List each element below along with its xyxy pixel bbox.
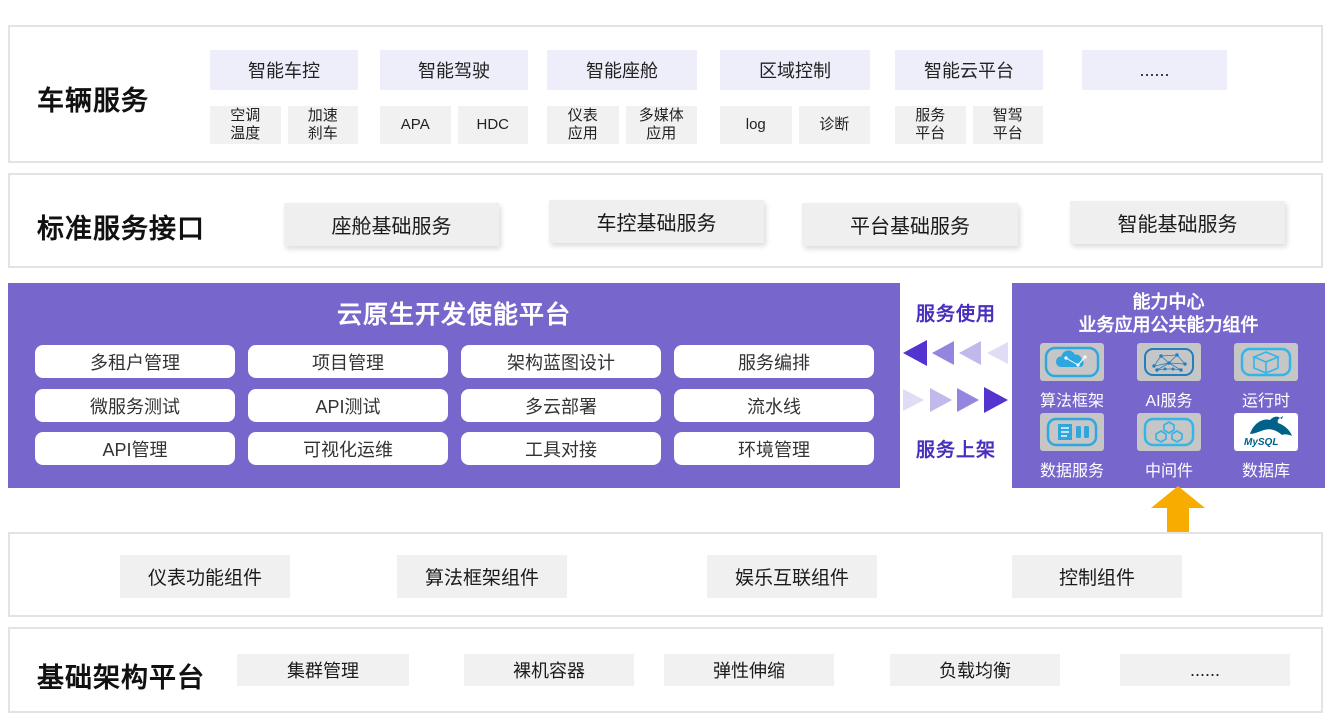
component-box: 娱乐互联组件 [707,555,877,598]
capability-item: 运行时 [1216,343,1316,411]
feature-box: 多云部署 [461,389,661,422]
service-use-arrows-icon [903,339,1009,367]
capability-item: 算法框架 [1022,343,1122,411]
group-main-box: ...... [1082,50,1227,90]
capability-label: 数据服务 [1040,457,1104,481]
platform-title: 云原生开发使能平台 [8,295,900,331]
architecture-diagram: 车辆服务 智能车控 空调温度 加速刹车 智能驾驶 APA HDC [0,0,1331,723]
interface-box: 车控基础服务 [549,200,764,243]
infrastructure-section: 基础架构平台 集群管理 裸机容器 弹性伸缩 负载均衡 ...... [8,627,1323,713]
vehicle-group-driving: 智能驾驶 APA HDC [380,50,528,144]
feature-box: 服务编排 [674,345,874,378]
service-publish-label: 服务上架 [900,435,1012,462]
feature-box: 项目管理 [248,345,448,378]
infrastructure-title: 基础架构平台 [37,656,205,695]
vehicle-services-title: 车辆服务 [37,79,149,118]
group-main-box: 智能云平台 [895,50,1043,90]
capability-label: 运行时 [1242,387,1290,411]
capability-item: MySQL 数据库 [1216,413,1316,481]
component-box: 控制组件 [1012,555,1182,598]
up-arrow-icon [1151,486,1205,532]
service-use-label: 服务使用 [900,299,1012,326]
svg-text:MySQL: MySQL [1244,437,1278,448]
cloud-algorithm-icon [1040,343,1104,381]
group-sub-box: 加速刹车 [288,106,359,144]
group-sub-box: 仪表应用 [547,106,619,144]
feature-box: API管理 [35,432,235,465]
middleware-hexagon-icon [1137,413,1201,451]
group-main-box: 智能车控 [210,50,358,90]
standard-interface-section: 标准服务接口 座舱基础服务 车控基础服务 平台基础服务 智能基础服务 [8,173,1323,268]
service-publish-arrows-icon [903,386,1009,414]
feature-box: API测试 [248,389,448,422]
feature-box: 流水线 [674,389,874,422]
capability-item: 中间件 [1119,413,1219,481]
interface-box: 座舱基础服务 [284,203,499,246]
group-main-box: 智能座舱 [547,50,697,90]
runtime-cube-icon [1234,343,1298,381]
interface-box: 智能基础服务 [1070,201,1285,244]
vehicle-group-cloud-platform: 智能云平台 服务平台 智驾平台 [895,50,1043,144]
infrastructure-box: ...... [1120,654,1290,686]
capability-label: 中间件 [1145,457,1193,481]
group-sub-box: 多媒体应用 [626,106,698,144]
components-section: 仪表功能组件 算法框架组件 娱乐互联组件 控制组件 [8,532,1323,617]
group-sub-box: 智驾平台 [973,106,1044,144]
vehicle-group-cockpit: 智能座舱 仪表应用 多媒体应用 [547,50,697,144]
feature-box: 可视化运维 [248,432,448,465]
capability-label: 算法框架 [1040,387,1104,411]
standard-interface-title: 标准服务接口 [37,207,205,246]
feature-box: 环境管理 [674,432,874,465]
vehicle-group-zone-control: 区域控制 log 诊断 [720,50,870,144]
infrastructure-box: 集群管理 [237,654,409,686]
interface-box: 平台基础服务 [802,203,1018,246]
feature-box: 微服务测试 [35,389,235,422]
feature-box: 工具对接 [461,432,661,465]
group-sub-box: APA [380,106,451,144]
component-box: 仪表功能组件 [120,555,290,598]
group-sub-box: 服务平台 [895,106,966,144]
capability-label: AI服务 [1145,387,1192,411]
infrastructure-box: 弹性伸缩 [664,654,834,686]
capability-item: 数据服务 [1022,413,1122,481]
group-sub-box: 空调温度 [210,106,281,144]
vehicle-group-car-control: 智能车控 空调温度 加速刹车 [210,50,358,144]
infrastructure-box: 裸机容器 [464,654,634,686]
ai-network-icon [1137,343,1201,381]
capability-item: AI服务 [1119,343,1219,411]
capability-title: 能力中心 业务应用公共能力组件 [1012,291,1325,337]
group-sub-box: 诊断 [799,106,871,144]
group-sub-box: HDC [458,106,529,144]
service-flow-column: 服务使用 服务上架 [900,283,1012,488]
capability-label: 数据库 [1242,457,1290,481]
vehicle-group-more: ...... [1082,50,1227,144]
group-sub-box: log [720,106,792,144]
component-box: 算法框架组件 [397,555,567,598]
data-service-icon [1040,413,1104,451]
infrastructure-box: 负载均衡 [890,654,1060,686]
group-main-box: 区域控制 [720,50,870,90]
capability-center-block: 能力中心 业务应用公共能力组件 算法框架 [1012,283,1325,488]
mysql-logo-icon: MySQL [1234,413,1298,451]
feature-box: 架构蓝图设计 [461,345,661,378]
group-main-box: 智能驾驶 [380,50,528,90]
vehicle-services-section: 车辆服务 智能车控 空调温度 加速刹车 智能驾驶 APA HDC [8,25,1323,163]
cloud-native-platform-block: 云原生开发使能平台 多租户管理 项目管理 架构蓝图设计 服务编排 微服务测试 A… [8,283,900,488]
feature-box: 多租户管理 [35,345,235,378]
